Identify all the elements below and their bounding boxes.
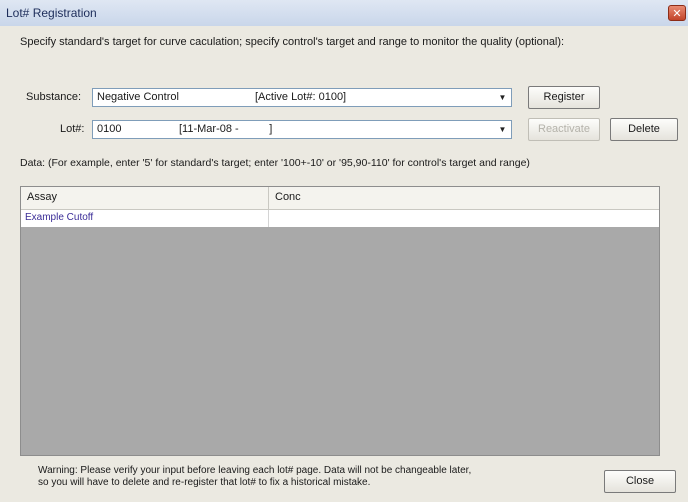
substance-select[interactable]: Negative Control [Active Lot#: 0100] ▼ — [92, 88, 512, 107]
lot-select[interactable]: 0100 [11-Mar-08 - ] ▼ — [92, 120, 512, 139]
substance-value: Negative Control — [97, 91, 179, 103]
close-icon: ✕ — [672, 8, 682, 20]
lot-registration-dialog: Lot# Registration ✕ Specify standard's t… — [0, 0, 688, 502]
column-header-assay[interactable]: Assay — [27, 191, 57, 203]
cell-divider — [268, 210, 269, 227]
warning-line-1: Warning: Please verify your input before… — [38, 465, 472, 476]
substance-label: Substance: — [26, 91, 82, 103]
reactivate-button[interactable]: Reactivate — [528, 118, 600, 141]
lot-value: 0100 — [97, 123, 122, 135]
chevron-down-icon: ▼ — [498, 125, 507, 134]
register-button[interactable]: Register — [528, 86, 600, 109]
lot-label: Lot#: — [60, 123, 85, 135]
grid-header: Assay Conc — [21, 187, 659, 210]
column-divider[interactable] — [268, 187, 269, 209]
close-button[interactable]: Close — [604, 470, 676, 493]
close-window-button[interactable]: ✕ — [668, 5, 686, 21]
lot-date-text: [11-Mar-08 - ] — [179, 123, 273, 135]
assay-cell[interactable]: Example Cutoff — [25, 212, 93, 223]
window-title: Lot# Registration — [6, 6, 97, 20]
warning-text: Warning: Please verify your input before… — [38, 465, 598, 489]
chevron-down-icon: ▼ — [498, 93, 507, 102]
warning-line-2: so you will have to delete and re-regist… — [38, 477, 371, 488]
active-lot-text: [Active Lot#: 0100] — [255, 91, 347, 103]
title-bar: Lot# Registration ✕ — [0, 0, 688, 26]
delete-button[interactable]: Delete — [610, 118, 678, 141]
column-header-conc[interactable]: Conc — [275, 191, 301, 203]
instruction-text: Specify standard's target for curve cacu… — [20, 36, 565, 48]
data-hint-text: Data: (For example, enter '5' for standa… — [20, 157, 530, 169]
assay-data-grid[interactable]: Assay Conc Example Cutoff — [20, 186, 660, 456]
table-row[interactable]: Example Cutoff — [21, 210, 659, 227]
